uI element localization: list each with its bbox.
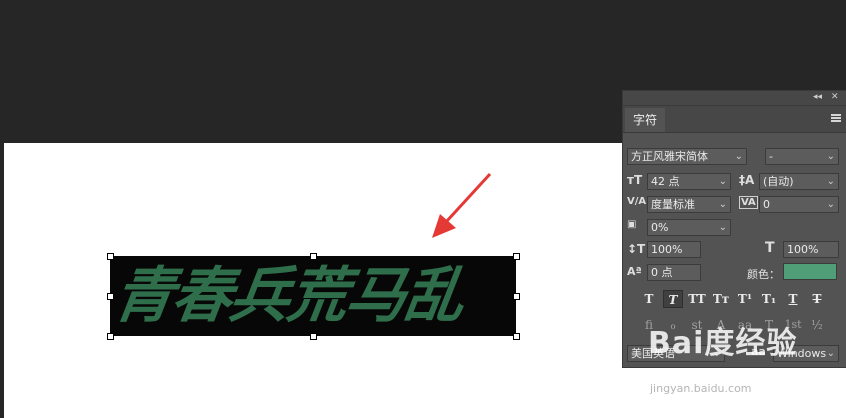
chevron-down-icon: ⌄ [734,151,743,162]
panel-tabs: 字符 [623,106,846,133]
chevron-down-icon: ⌄ [718,222,727,233]
font-family-select[interactable]: 方正风雅宋简体 ⌄ [627,148,747,165]
horizontal-scale-input[interactable]: 100% [783,241,839,258]
font-size-value: 42 点 [651,175,680,188]
transform-handle-bottom-right[interactable] [513,333,520,340]
baseline-shift-icon: Aª [627,265,642,278]
vertical-scale-icon: ↕T [627,242,646,256]
text-layer-content: 青春兵荒马乱 [109,261,467,331]
tsume-select[interactable]: 0% ⌄ [647,219,731,236]
faux-italic-button[interactable]: T [663,290,683,308]
tsume-icon: ▣ [627,219,637,230]
vertical-scale-input[interactable]: 100% [647,241,701,258]
kerning-select[interactable]: 度量标准 ⌄ [647,196,731,213]
font-size-icon: тT [627,173,643,187]
transform-handle-top[interactable] [310,253,317,260]
transform-handle-bottom[interactable] [310,333,317,340]
tracking-value: 0 [763,198,770,211]
close-icon[interactable]: ✕ [831,92,839,102]
text-layer[interactable]: 青春兵荒马乱 [109,256,516,336]
faux-bold-button[interactable]: T [639,290,659,308]
underline-button[interactable]: T [783,290,803,308]
tsume-value: 0% [651,221,669,234]
chevron-down-icon: ⌄ [826,151,835,162]
chevron-down-icon: ⌄ [826,199,835,210]
font-family-value: 方正风雅宋简体 [631,150,708,163]
chevron-down-icon: ⌄ [826,176,835,187]
leading-icon: ‡A [739,173,755,187]
transform-handle-right[interactable] [513,293,520,300]
strikethrough-button[interactable]: T [807,290,827,308]
horizontal-scale-icon: T [765,240,775,256]
panel-header-bar: ◂◂ ✕ [623,91,846,106]
transform-handle-bottom-left[interactable] [107,333,114,340]
tab-character[interactable]: 字符 [625,108,665,132]
fractions-button[interactable]: ½ [807,316,827,334]
transform-handle-left[interactable] [107,293,114,300]
baidu-watermark-logo: Bai度经验 [648,326,798,361]
baseline-shift-input[interactable]: 0 点 [647,264,701,281]
tracking-icon: VA [739,196,758,209]
all-caps-button[interactable]: TT [687,290,707,308]
tracking-select[interactable]: 0 ⌄ [759,196,839,213]
color-swatch[interactable] [783,263,837,280]
chevron-down-icon: ⌄ [718,176,727,187]
color-label: 颜色： [747,268,780,281]
kerning-icon: V/A [627,196,647,207]
baidu-watermark-url: jingyan.baidu.com [650,382,752,395]
subscript-button[interactable]: T₁ [759,290,779,308]
kerning-value: 度量标准 [651,198,695,211]
small-caps-button[interactable]: Tт [711,290,731,308]
leading-select[interactable]: (自动) ⌄ [759,173,839,190]
font-style-value: - [769,150,773,163]
transform-handle-top-right[interactable] [513,253,520,260]
transform-handle-top-left[interactable] [107,253,114,260]
collapse-icon[interactable]: ◂◂ [813,92,822,102]
panel-menu-icon[interactable] [831,114,841,122]
chevron-down-icon: ⌄ [826,348,835,359]
leading-value: (自动) [763,175,794,188]
superscript-button[interactable]: T¹ [735,290,755,308]
font-size-select[interactable]: 42 点 ⌄ [647,173,731,190]
chevron-down-icon: ⌄ [718,199,727,210]
font-style-select[interactable]: - ⌄ [765,148,839,165]
